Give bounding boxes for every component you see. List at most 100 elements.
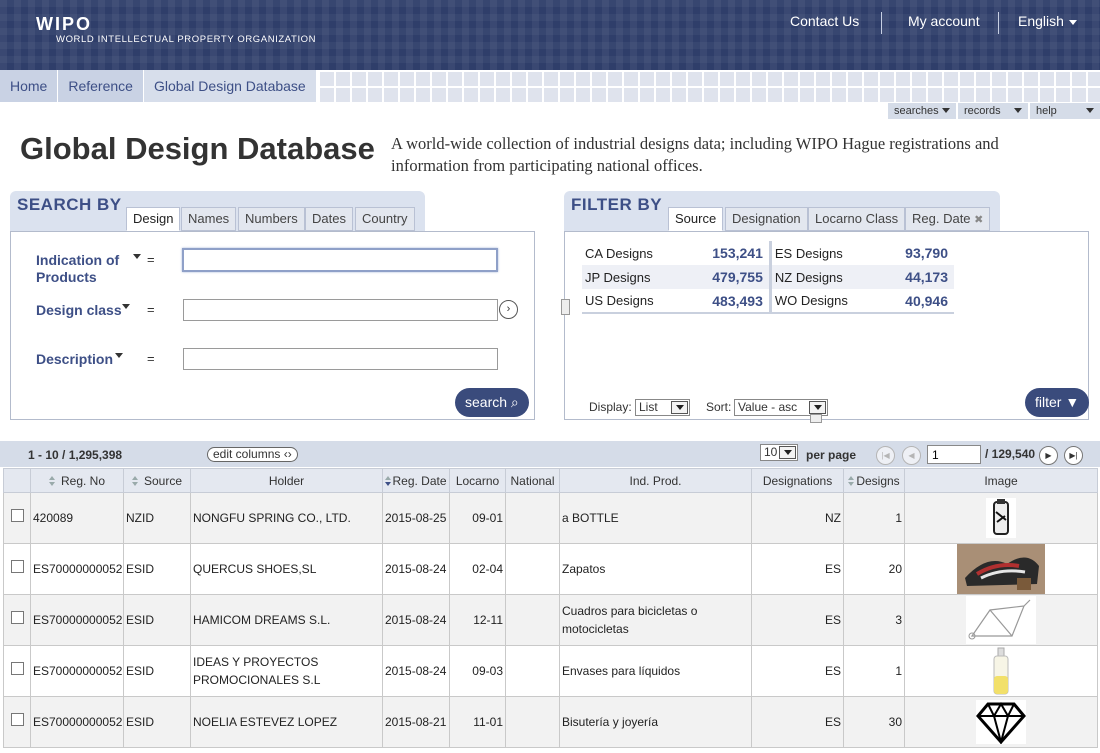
tab-locarno-class[interactable]: Locarno Class: [808, 207, 906, 231]
cell-designs: 30: [843, 696, 905, 748]
facet-ca-designs[interactable]: CA Designs: [582, 241, 686, 265]
page-number-input[interactable]: [927, 445, 981, 464]
column-image[interactable]: Image: [904, 468, 1098, 493]
bottle-thumbnail[interactable]: [986, 498, 1016, 538]
tab-source[interactable]: Source: [668, 207, 724, 231]
row-checkbox[interactable]: [11, 560, 24, 573]
description-input[interactable]: [183, 348, 498, 370]
my-account-link[interactable]: My account: [908, 13, 980, 29]
resize-handle[interactable]: [810, 414, 822, 423]
cell-reg-no[interactable]: ES70000000052: [30, 543, 124, 595]
table-row[interactable]: ES70000000052 ESID QUERCUS SHOES,SL 2015…: [3, 543, 1098, 595]
column-national[interactable]: National: [505, 468, 560, 493]
cell-reg-date: 2015-08-24: [382, 594, 450, 646]
tab-dates[interactable]: Dates: [305, 207, 353, 231]
searches-menu[interactable]: searches: [888, 103, 956, 119]
filter-by-label: FILTER BY: [571, 195, 663, 214]
design-class-input[interactable]: [183, 299, 498, 321]
tab-designation[interactable]: Designation: [725, 207, 808, 231]
tab-names[interactable]: Names: [181, 207, 237, 231]
container-thumbnail[interactable]: [989, 646, 1013, 696]
cell-holder: IDEAS Y PROYECTOS PROMOCIONALES S.L: [190, 645, 383, 697]
next-page-icon[interactable]: ▶: [1039, 446, 1058, 465]
breadcrumb-global-design-database[interactable]: Global Design Database: [143, 70, 316, 102]
column-designs[interactable]: Designs: [843, 468, 905, 493]
chevron-down-icon[interactable]: [133, 254, 141, 259]
help-menu[interactable]: help: [1030, 103, 1100, 119]
table-row[interactable]: ES70000000052 ESID IDEAS Y PROYECTOS PRO…: [3, 645, 1098, 697]
display-select[interactable]: List: [635, 399, 690, 416]
chevron-down-icon[interactable]: [115, 353, 123, 358]
facet-es-designs[interactable]: ES Designs: [770, 241, 882, 265]
breadcrumb: Home Reference Global Design Database: [0, 70, 317, 102]
facet-count: 479,755: [685, 265, 772, 289]
search-button[interactable]: search ⌕: [455, 388, 529, 417]
table-row[interactable]: ES70000000052 ESID HAMICOM DREAMS S.L. 2…: [3, 594, 1098, 646]
facet-wo-designs[interactable]: WO Designs: [770, 289, 882, 313]
chevron-down-icon: [671, 401, 688, 414]
language-selector[interactable]: English: [1018, 13, 1077, 29]
cell-image[interactable]: [904, 645, 1098, 697]
cell-reg-no[interactable]: ES70000000052: [30, 645, 124, 697]
column-ind-prod[interactable]: Ind. Prod.: [559, 468, 752, 493]
last-page-icon[interactable]: ▶|: [1064, 446, 1083, 465]
facet-nz-designs[interactable]: NZ Designs: [770, 265, 883, 289]
records-menu[interactable]: records: [958, 103, 1028, 119]
row-checkbox[interactable]: [11, 509, 24, 522]
description-label: Description: [36, 351, 114, 367]
diamond-thumbnail[interactable]: [976, 700, 1026, 744]
facet-us-designs[interactable]: US Designs: [582, 289, 686, 313]
facet-row: US Designs 483,493 WO Designs 40,946: [582, 289, 954, 313]
cell-ind-prod: Cuadros para bicicletas o motocicletas: [559, 594, 752, 646]
logo-mark: WIPO: [36, 14, 92, 34]
column-designations[interactable]: Designations: [751, 468, 844, 493]
close-icon[interactable]: ✖: [974, 214, 983, 226]
bicycle-frame-thumbnail[interactable]: [966, 596, 1036, 644]
first-page-icon[interactable]: |◀: [876, 446, 895, 465]
per-page-select[interactable]: 10: [760, 444, 798, 461]
cell-reg-no[interactable]: ES70000000052: [30, 696, 124, 748]
table-row[interactable]: ES70000000052 ESID NOELIA ESTEVEZ LOPEZ …: [3, 696, 1098, 748]
tab-reg-date[interactable]: Reg. Date ✖: [905, 207, 991, 231]
tab-country[interactable]: Country: [355, 207, 415, 231]
total-pages: / 129,540: [985, 447, 1036, 461]
table-row[interactable]: 420089 NZID NONGFU SPRING CO., LTD. 2015…: [3, 492, 1098, 544]
cell-image[interactable]: [904, 543, 1098, 595]
operator-equals: =: [147, 252, 155, 267]
cell-source: ESID: [123, 645, 191, 697]
per-page-value: 10: [764, 445, 778, 459]
row-checkbox[interactable]: [11, 662, 24, 675]
breadcrumb-home[interactable]: Home: [0, 70, 58, 102]
cell-reg-date: 2015-08-24: [382, 645, 450, 697]
column-reg-date[interactable]: Reg. Date: [382, 468, 450, 493]
column-locarno[interactable]: Locarno: [449, 468, 506, 493]
edit-columns-button[interactable]: edit columns ‹›: [207, 447, 298, 462]
table-header-row: Reg. No Source Holder Reg. Date Locarno …: [3, 468, 1098, 493]
row-checkbox[interactable]: [11, 713, 24, 726]
column-holder[interactable]: Holder: [190, 468, 383, 493]
search-button-label: search: [465, 394, 508, 410]
column-source[interactable]: Source: [123, 468, 191, 493]
breadcrumb-reference[interactable]: Reference: [58, 70, 143, 102]
cell-image[interactable]: [904, 492, 1098, 544]
chevron-right-icon[interactable]: ›: [499, 300, 518, 319]
cell-image[interactable]: [904, 696, 1098, 748]
panel-splitter-handle[interactable]: [561, 299, 570, 315]
indication-of-products-input[interactable]: [182, 248, 498, 272]
chevron-down-icon: [1068, 19, 1077, 25]
tab-numbers[interactable]: Numbers: [238, 207, 305, 231]
chevron-down-icon[interactable]: [122, 304, 130, 309]
column-reg-no[interactable]: Reg. No: [30, 468, 124, 493]
contact-us-link[interactable]: Contact Us: [790, 13, 859, 29]
wipo-logo[interactable]: WIPO WORLD INTELLECTUAL PROPERTY ORGANIZ…: [36, 14, 316, 45]
shoe-thumbnail[interactable]: [957, 544, 1045, 594]
tab-design[interactable]: Design: [126, 207, 181, 231]
facet-jp-designs[interactable]: JP Designs: [582, 265, 686, 289]
cell-image[interactable]: [904, 594, 1098, 646]
cell-ind-prod: Zapatos: [559, 543, 752, 595]
filter-button[interactable]: filter ▼: [1025, 388, 1090, 417]
previous-page-icon[interactable]: ◀: [902, 446, 921, 465]
cell-reg-no[interactable]: 420089: [30, 492, 124, 544]
cell-reg-no[interactable]: ES70000000052: [30, 594, 124, 646]
row-checkbox[interactable]: [11, 611, 24, 624]
